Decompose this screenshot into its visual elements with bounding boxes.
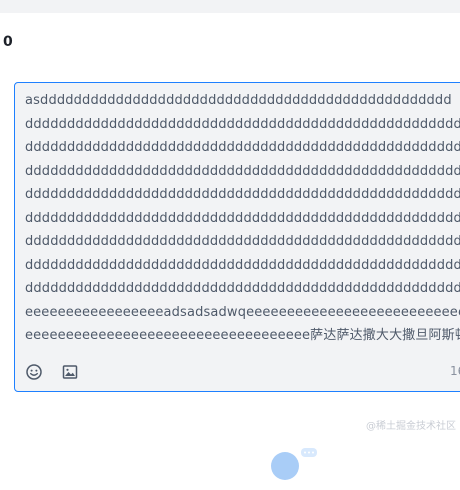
editor-line: dddddddddddddddddddddddddddddddddddddddd…: [25, 163, 460, 179]
editor-line: dddddddddddddddddddddddddddddddddddddddd…: [25, 187, 460, 202]
char-count: 16: [450, 364, 460, 378]
chat-bubble-icon[interactable]: [265, 446, 320, 486]
editor-line: dddddddddddddddddddddddddddddddddddddddd…: [25, 140, 460, 155]
emoji-icon[interactable]: [24, 362, 44, 382]
top-strip: [0, 0, 460, 13]
editor-line: dddddddddddddddddddddddddddddddddddddddd…: [25, 257, 460, 273]
editor-line: dddddddddddddddddddddddddddddddddddddddd…: [25, 210, 460, 226]
editor-line: eeeeeeeeeeeeeeeeeadsadsadwqeeeeeeeeeeeee…: [25, 304, 460, 320]
editor-line: asdddddddddddddddddddddddddddddddddddddd…: [25, 93, 452, 108]
image-icon[interactable]: [60, 362, 80, 382]
editor-text-area[interactable]: asdddddddddddddddddddddddddddddddddddddd…: [25, 89, 460, 348]
editor-line: eeeeeeeeeeeeeeeeeeeeeeeeeeeeeeeeeee萨达萨达撒…: [25, 328, 460, 343]
editor-line: dddddddddddddddddddddddddddddddddddddddd…: [25, 281, 460, 296]
comment-count: 0: [3, 34, 13, 50]
watermark: @稀土掘金技术社区: [366, 421, 456, 432]
editor-line: dddddddddddddddddddddddddddddddddddddddd…: [25, 116, 460, 132]
editor-toolbar: 16: [15, 353, 460, 391]
editor-line: dddddddddddddddddddddddddddddddddddddddd…: [25, 234, 460, 249]
comment-editor[interactable]: asdddddddddddddddddddddddddddddddddddddd…: [14, 82, 460, 392]
